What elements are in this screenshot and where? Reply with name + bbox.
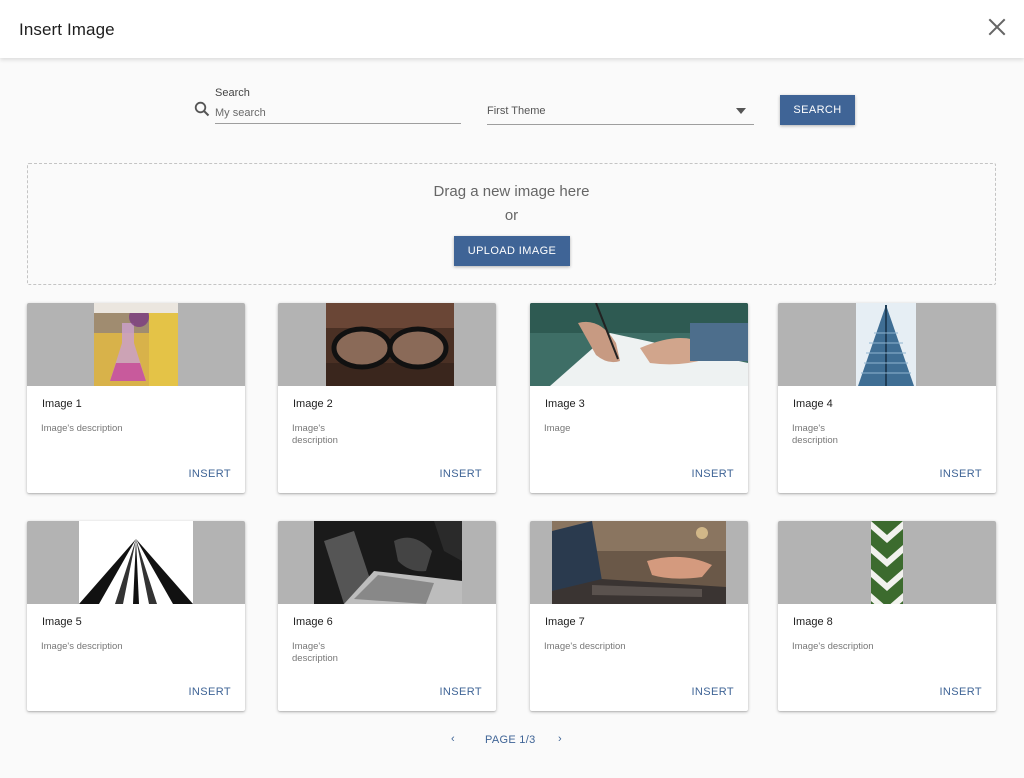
image-card: Image 7 Image's description INSERT <box>530 521 748 711</box>
upload-image-button[interactable]: UPLOAD IMAGE <box>454 236 570 266</box>
image-card: Image 4 Image's description INSERT <box>778 303 996 493</box>
laptop-typing-bw-image <box>314 521 462 604</box>
laboratory-flask-image <box>94 303 178 386</box>
card-title: Image 6 <box>293 616 333 628</box>
chevron-left-icon[interactable]: ‹ <box>451 733 455 745</box>
green-chevron-pattern-image <box>871 521 903 604</box>
pagination: ‹ PAGE 1/3 › <box>0 733 1024 749</box>
theme-select-value: First Theme <box>487 105 546 117</box>
image-card: Image 3 Image INSERT <box>530 303 748 493</box>
architecture-perspective-image <box>79 521 193 604</box>
card-media <box>778 521 996 604</box>
insert-button[interactable]: INSERT <box>939 686 982 698</box>
theme-select[interactable]: First Theme <box>487 100 754 125</box>
insert-button[interactable]: INSERT <box>691 686 734 698</box>
card-description: Image's description <box>292 423 338 446</box>
page-indicator: PAGE 1/3 <box>485 734 536 746</box>
close-icon[interactable] <box>988 18 1006 36</box>
card-title: Image 7 <box>545 616 585 628</box>
card-description: Image's description <box>292 641 338 664</box>
eyeglasses-image <box>326 303 454 386</box>
search-field: Search <box>192 86 462 126</box>
card-title: Image 2 <box>293 398 333 410</box>
search-button[interactable]: SEARCH <box>780 95 855 125</box>
card-media <box>530 303 748 386</box>
card-title: Image 8 <box>793 616 833 628</box>
card-media <box>778 303 996 386</box>
card-description: Image's description <box>41 641 123 652</box>
card-description: Image's description <box>792 641 874 652</box>
card-title: Image 4 <box>793 398 833 410</box>
card-media <box>530 521 748 604</box>
card-description: Image's description <box>41 423 123 434</box>
image-dropzone[interactable]: Drag a new image here or UPLOAD IMAGE <box>27 163 996 285</box>
insert-button[interactable]: INSERT <box>188 468 231 480</box>
card-title: Image 3 <box>545 398 585 410</box>
dropzone-or: or <box>504 207 519 224</box>
insert-button[interactable]: INSERT <box>439 686 482 698</box>
insert-button[interactable]: INSERT <box>188 686 231 698</box>
card-media <box>278 303 496 386</box>
glass-building-image <box>856 303 916 386</box>
laptop-keyboard-image <box>552 521 726 604</box>
card-description: Image's description <box>544 641 626 652</box>
card-media <box>278 521 496 604</box>
insert-button[interactable]: INSERT <box>691 468 734 480</box>
dropzone-instruction: Drag a new image here <box>433 183 590 200</box>
insert-button[interactable]: INSERT <box>439 468 482 480</box>
dialog-header: Insert Image <box>0 0 1024 58</box>
image-card: Image 1 Image's description INSERT <box>27 303 245 493</box>
card-media <box>27 303 245 386</box>
image-card: Image 2 Image's description INSERT <box>278 303 496 493</box>
dialog-title: Insert Image <box>19 20 115 39</box>
search-input[interactable] <box>215 102 461 124</box>
image-card: Image 8 Image's description INSERT <box>778 521 996 711</box>
card-description: Image <box>544 423 571 434</box>
hand-writing-image <box>530 303 748 386</box>
image-card: Image 5 Image's description INSERT <box>27 521 245 711</box>
insert-button[interactable]: INSERT <box>939 468 982 480</box>
search-label: Search <box>215 87 250 99</box>
card-description: Image's description <box>792 423 838 446</box>
image-card: Image 6 Image's description INSERT <box>278 521 496 711</box>
chevron-right-icon[interactable]: › <box>558 733 562 745</box>
dropdown-caret-icon <box>736 108 746 114</box>
card-title: Image 5 <box>42 616 82 628</box>
search-icon <box>194 101 210 117</box>
card-title: Image 1 <box>42 398 82 410</box>
card-media <box>27 521 245 604</box>
